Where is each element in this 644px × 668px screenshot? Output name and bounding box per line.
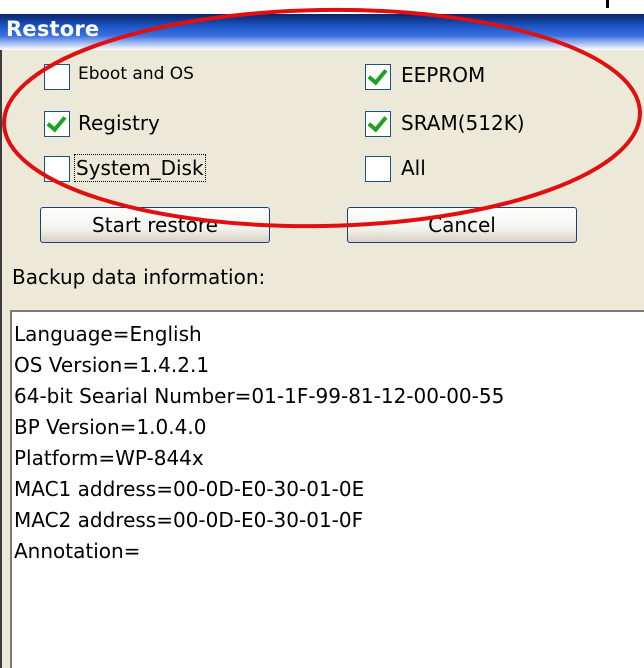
cursor-mark <box>606 0 609 8</box>
eboot-and-os-label: Eboot and OS <box>78 64 194 84</box>
screen-top-strip <box>0 0 644 14</box>
system-disk-label: System_Disk <box>74 154 206 182</box>
info-line-mac1: MAC1 address=00-0D-E0-30-01-0E <box>14 477 365 501</box>
eeprom-label: EEPROM <box>401 63 486 87</box>
all-label: All <box>401 156 426 180</box>
info-line-annotation: Annotation= <box>14 539 141 563</box>
info-line-language: Language=English <box>14 322 202 346</box>
title-bar: Restore <box>0 14 644 50</box>
start-restore-button[interactable]: Start restore <box>40 207 270 243</box>
info-line-mac2: MAC2 address=00-0D-E0-30-01-0F <box>14 508 364 532</box>
cancel-button[interactable]: Cancel <box>347 207 577 243</box>
info-line-serial-number: 64-bit Searial Number=01-1F-99-81-12-00-… <box>14 384 505 408</box>
info-line-platform: Platform=WP-844x <box>14 446 204 470</box>
eboot-and-os-checkbox[interactable] <box>44 64 70 90</box>
all-checkbox[interactable] <box>365 156 391 182</box>
eeprom-checkbox[interactable] <box>365 64 391 90</box>
registry-label: Registry <box>78 111 160 135</box>
backup-info-textbox[interactable]: Language=English OS Version=1.4.2.1 64-b… <box>10 310 644 668</box>
registry-checkbox[interactable] <box>44 111 70 137</box>
window-title: Restore <box>6 17 100 41</box>
sram-label: SRAM(512K) <box>401 111 525 135</box>
info-line-bp-version: BP Version=1.0.4.0 <box>14 415 207 439</box>
sram-checkbox[interactable] <box>365 111 391 137</box>
system-disk-checkbox[interactable] <box>44 156 70 182</box>
info-line-os-version: OS Version=1.4.2.1 <box>14 353 210 377</box>
backup-info-label: Backup data information: <box>12 265 266 289</box>
